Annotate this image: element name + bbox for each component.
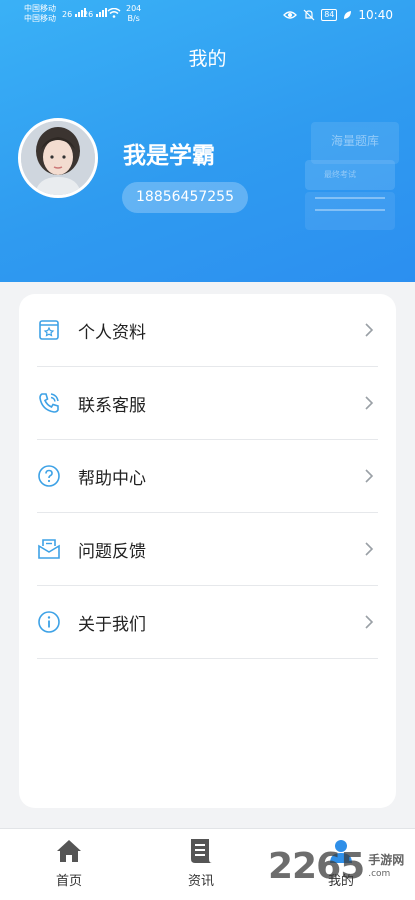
menu-item-customer-service[interactable]: 联系客服 (37, 367, 378, 440)
illustration-back-card: 海量题库 (311, 122, 399, 164)
tab-label-home: 首页 (55, 874, 82, 889)
chevron-right-icon (365, 469, 374, 483)
menu-label-customer-service: 联系客服 (78, 395, 146, 416)
chevron-right-icon (365, 323, 374, 337)
illustration-back-text: 海量题库 (330, 134, 379, 148)
menu-label-feedback: 问题反馈 (78, 541, 146, 562)
network-speed: 204 B/s (126, 4, 141, 24)
carrier-info: 中国移动 中国移动 (24, 4, 56, 24)
menu-item-help-center[interactable]: 帮助中心 (37, 440, 378, 513)
menu-label-about-us: 关于我们 (78, 614, 146, 635)
network-type-1: 26 (62, 10, 73, 19)
status-bar: 中国移动 中国移动 26 26 204 B/s 84 10:40 (0, 0, 415, 30)
menu-item-profile[interactable]: 个人资料 (37, 294, 378, 367)
eye-icon (283, 11, 298, 19)
illustration-line (315, 197, 385, 199)
info-icon (37, 610, 61, 634)
wifi-icon (107, 7, 121, 20)
illustration-line (315, 209, 385, 211)
battery-icon: 84 (321, 9, 338, 21)
signal-icon-2: 26 (83, 8, 108, 19)
page-title: 我的 (188, 48, 227, 70)
chevron-right-icon (365, 615, 374, 629)
menu-item-about-us[interactable]: 关于我们 (37, 586, 378, 659)
watermark-text: 手游网 (368, 852, 405, 867)
watermark-text-block: 手游网 .com (368, 853, 404, 881)
menu-item-feedback[interactable]: 问题反馈 (37, 513, 378, 586)
feedback-mail-icon (37, 537, 61, 561)
chevron-right-icon (365, 542, 374, 556)
speed-unit: B/s (127, 14, 140, 23)
speed-value: 204 (126, 4, 142, 13)
mute-bell-icon (303, 9, 315, 21)
watermark-url: .com (368, 868, 391, 879)
site-watermark: 2265 手游网 .com (268, 846, 404, 887)
clock: 10:40 (358, 8, 393, 22)
illustration-front-card (305, 192, 395, 230)
network-type-2: 26 (83, 10, 94, 19)
menu-label-profile: 个人资料 (78, 322, 146, 343)
phone-number: 18856457255 (122, 182, 248, 213)
tab-home[interactable]: 首页 (29, 837, 109, 889)
leaf-icon (344, 10, 352, 19)
menu-card: 个人资料 联系客服 帮助中心 问题反馈 关于我们 (19, 294, 396, 808)
avatar-portrait (21, 121, 95, 195)
profile-card-icon (37, 318, 61, 342)
username: 我是学霸 (123, 143, 215, 169)
menu-label-help-center: 帮助中心 (78, 468, 146, 489)
watermark-number: 2265 (268, 846, 365, 887)
tab-label-news: 资讯 (187, 874, 214, 889)
illustration-mid-card: 最终考试 (305, 160, 395, 190)
illustration-mid-text: 最终考试 (324, 170, 356, 179)
home-icon (29, 837, 109, 865)
carrier-1: 中国移动 (24, 4, 56, 13)
question-icon (37, 464, 61, 488)
phone-icon (37, 391, 61, 415)
chevron-right-icon (365, 396, 374, 410)
avatar[interactable] (18, 118, 98, 198)
news-icon (161, 837, 241, 865)
question-bank-illustration: 海量题库 最终考试 (305, 122, 400, 230)
profile-header: 中国移动 中国移动 26 26 204 B/s 84 10:40 我的 我是学霸… (0, 0, 415, 282)
carrier-2: 中国移动 (24, 14, 56, 23)
status-right: 84 10:40 (283, 8, 393, 22)
tab-news[interactable]: 资讯 (161, 837, 241, 889)
